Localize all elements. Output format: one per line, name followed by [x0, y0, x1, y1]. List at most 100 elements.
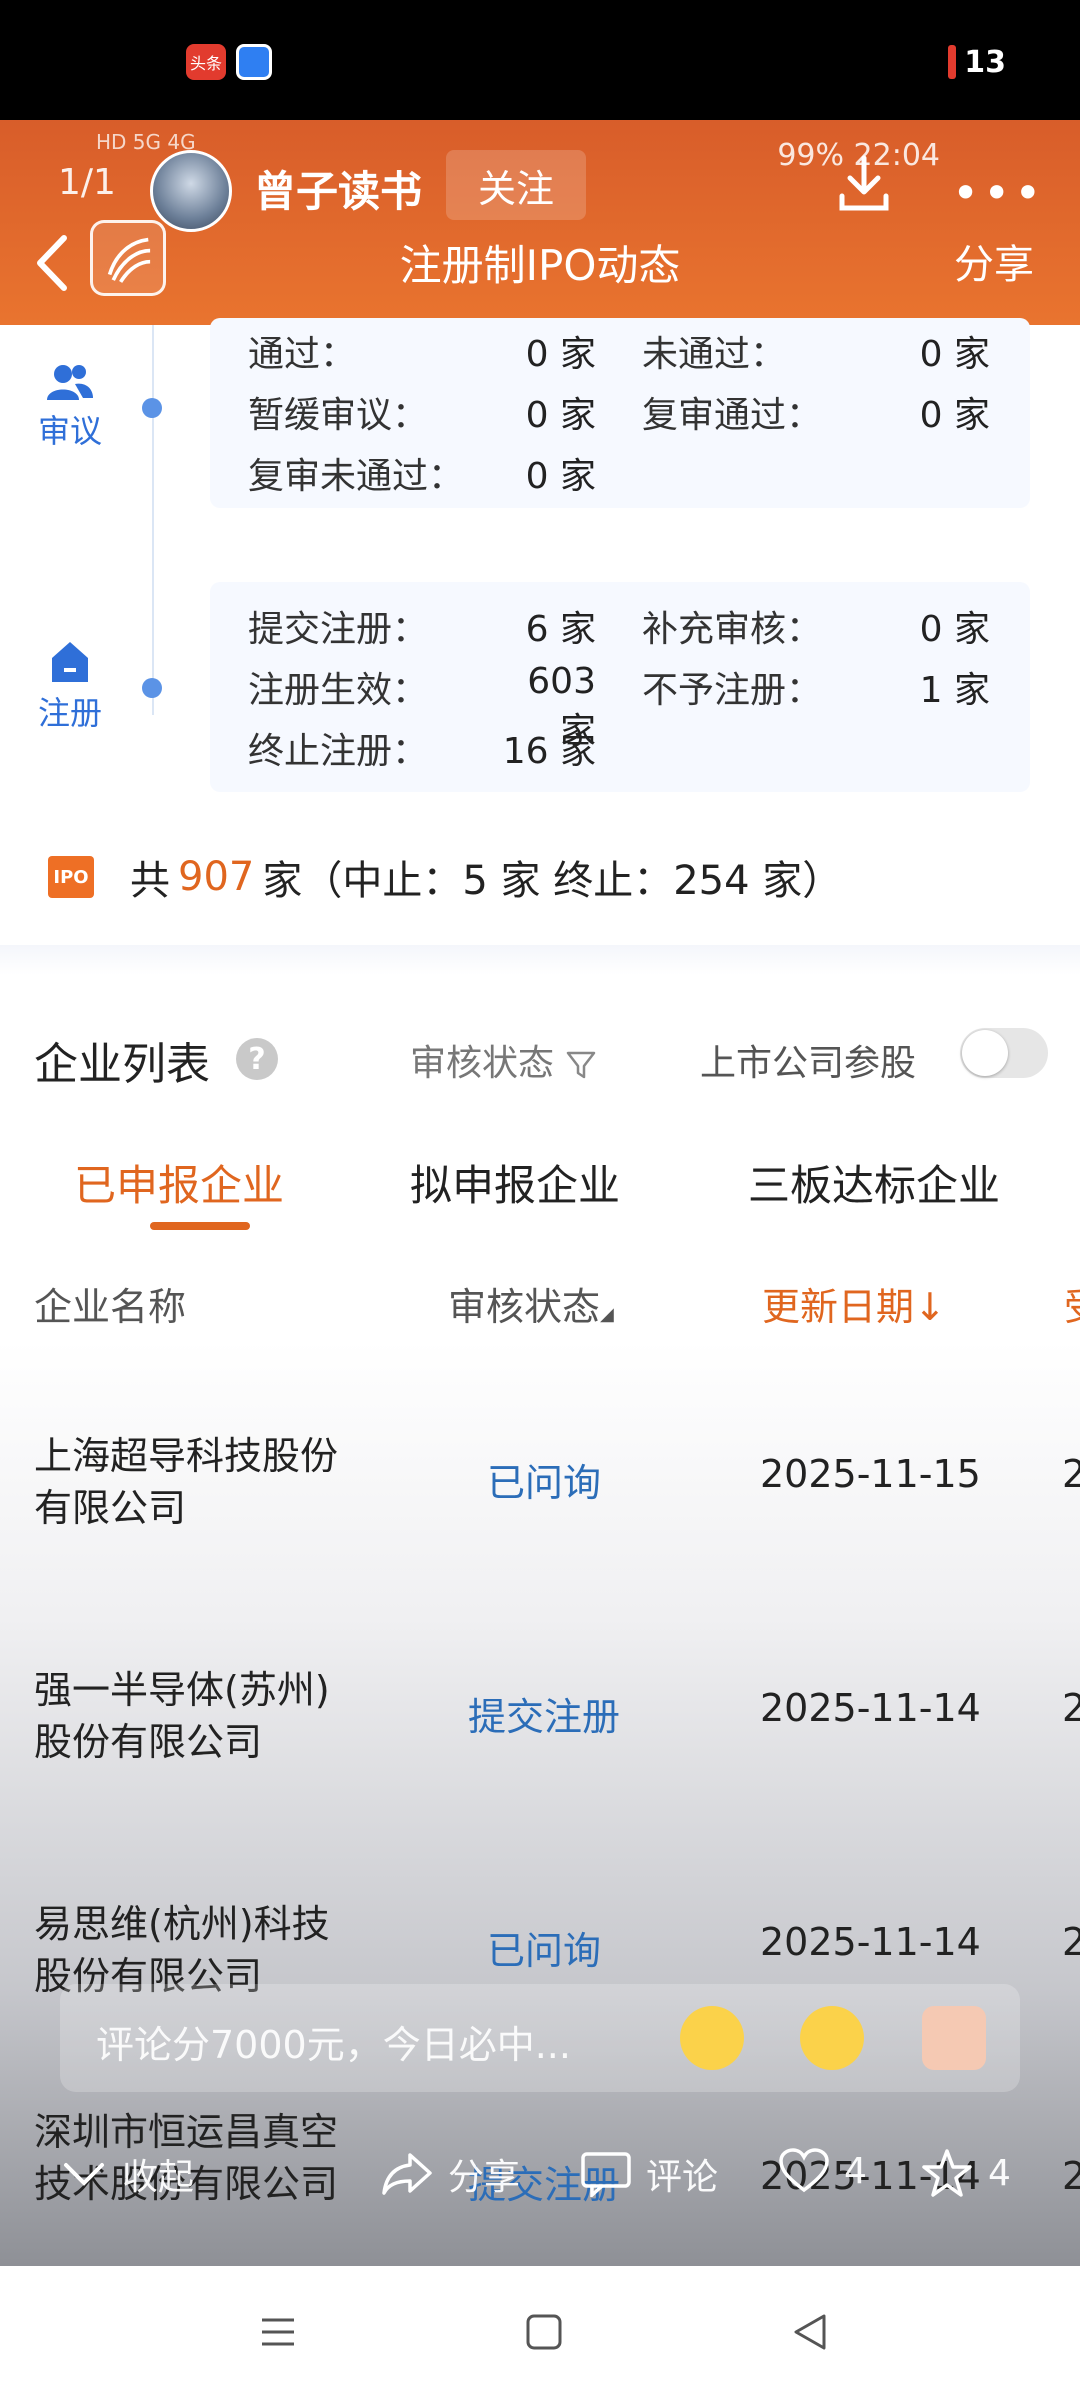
company-name-cell[interactable]: 上海超导科技股份有限公司 — [34, 1430, 354, 1534]
system-nav-bar — [0, 2266, 1080, 2400]
toutiao-app-icon: 头条 — [186, 44, 226, 80]
listed-company-toggle[interactable] — [960, 1028, 1048, 1078]
users-icon — [47, 365, 93, 400]
listed-company-label: 上市公司参股 — [700, 1043, 917, 1084]
author-avatar[interactable] — [150, 150, 232, 232]
column-truncated: 受 — [1064, 1276, 1080, 1331]
stat-value: 0 家 — [919, 395, 990, 436]
comment-action[interactable]: 评论 — [580, 2148, 718, 2200]
menu-icon[interactable] — [258, 2312, 298, 2352]
company-date-cell: 2025-11-14 — [760, 1920, 981, 1964]
more-icon[interactable]: ••• — [952, 166, 1045, 220]
stage-registration-label: 注册 — [37, 694, 102, 732]
app-header: HD 5G 4G 99% 22:04 1/1 曾子读书 关注 ••• 注册制IP… — [0, 120, 1080, 325]
company-date-cell: 2025-11-15 — [760, 1452, 981, 1496]
tab-filed[interactable]: 已申报企业 — [74, 1152, 284, 1213]
comment-input[interactable]: 评论分7000元，今日必中... — [60, 1984, 1020, 2092]
stat-label: 暂缓审议： — [248, 395, 429, 436]
like-count: 4 — [844, 2150, 867, 2192]
company-status-cell: 已问询 — [486, 1929, 601, 1973]
stat-label: 提交注册： — [248, 609, 429, 650]
section-divider — [0, 945, 1080, 975]
truncated-cell: 2 — [1062, 1452, 1080, 1496]
sort-triangle-icon: ◢ — [600, 1304, 614, 1325]
total-suffix: 家（中止：5 家 终止：254 家） — [262, 858, 843, 904]
truncated-cell: 2 — [1062, 1920, 1080, 1964]
stage-review: 审议 — [30, 362, 110, 452]
stat-label: 复审未通过： — [248, 456, 465, 497]
stat-value: 16 家 — [502, 731, 596, 772]
stat-value: 0 家 — [525, 334, 596, 375]
comment-action-label: 评论 — [646, 2157, 719, 2198]
heart-icon — [779, 2148, 829, 2193]
tab-planned[interactable]: 拟申报企业 — [410, 1152, 620, 1213]
company-list-title: 企业列表 — [34, 1039, 210, 1090]
notification-badge: 13 — [948, 44, 1006, 80]
company-status-cell: 提交注册 — [467, 1695, 620, 1739]
stat-value: 0 家 — [919, 609, 990, 650]
total-prefix: 共 — [130, 858, 170, 904]
column-update-date[interactable]: 更新日期↓ — [762, 1276, 946, 1331]
star-icon — [922, 2149, 972, 2197]
tab-neeq-qualified[interactable]: 三板达标企业 — [748, 1152, 1000, 1213]
stat-label: 复审通过： — [642, 395, 823, 436]
active-tab-indicator — [150, 1222, 250, 1230]
help-icon[interactable]: ? — [236, 1038, 278, 1080]
home-icon — [52, 642, 88, 682]
comment-icon — [581, 2152, 631, 2197]
stage-review-label: 审议 — [37, 412, 102, 450]
page-title: 注册制IPO动态 — [399, 241, 681, 290]
stat-label: 终止注册： — [248, 731, 429, 772]
company-date-cell: 2025-11-14 — [760, 1686, 981, 1730]
column-review-status-label: 审核状态 — [448, 1285, 601, 1329]
favorite-action[interactable]: 4 — [920, 2148, 1011, 2198]
back-triangle-icon[interactable] — [790, 2312, 830, 2352]
company-name-cell[interactable]: 强一半导体(苏州)股份有限公司 — [34, 1664, 354, 1768]
collapse-button[interactable]: 收起 — [60, 2148, 194, 2200]
finger-heart-emoji-icon[interactable] — [922, 2006, 986, 2070]
system-status-bar: 头条 13 — [0, 0, 1080, 120]
share-action[interactable]: 分享 — [380, 2148, 520, 2200]
collapse-label: 收起 — [122, 2157, 195, 2198]
timeline-dot — [142, 398, 162, 418]
like-action[interactable]: 4 — [778, 2148, 867, 2194]
sort-down-icon: ↓ — [914, 1285, 946, 1329]
ipo-total-summary: IPO 共 907 家（中止：5 家 终止：254 家） — [48, 848, 842, 906]
stat-label: 通过： — [248, 334, 357, 375]
total-count: 907 — [178, 854, 255, 900]
stage-registration: 注册 — [30, 640, 110, 734]
filter-icon — [567, 1051, 596, 1079]
column-company-name: 企业名称 — [34, 1285, 187, 1329]
home-square-icon[interactable] — [524, 2312, 564, 2352]
stat-value: 0 家 — [525, 456, 596, 497]
filter-label: 审核状态 — [410, 1043, 555, 1084]
laugh-emoji-icon[interactable] — [800, 2006, 864, 2070]
review-status-filter[interactable]: 审核状态 — [410, 1034, 597, 1086]
stat-label: 未通过： — [642, 334, 787, 375]
stat-label: 补充审核： — [642, 609, 823, 650]
stat-label: 不予注册： — [642, 670, 823, 711]
download-icon[interactable] — [836, 154, 892, 214]
toggle-knob — [962, 1030, 1008, 1076]
stat-value: 0 家 — [525, 395, 596, 436]
favorite-count: 4 — [988, 2152, 1011, 2194]
follow-button[interactable]: 关注 — [446, 150, 586, 220]
share-icon — [382, 2153, 432, 2195]
app-icon — [236, 44, 272, 80]
ipo-icon: IPO — [48, 856, 94, 898]
share-action-label: 分享 — [448, 2157, 521, 2198]
stat-value: 1 家 — [919, 670, 990, 711]
comment-placeholder: 评论分7000元，今日必中... — [96, 2023, 571, 2067]
grin-emoji-icon[interactable] — [680, 2006, 744, 2070]
stat-label: 注册生效： — [248, 670, 429, 711]
truncated-cell: 2 — [1062, 1686, 1080, 1730]
stat-value: 0 家 — [919, 334, 990, 375]
chevron-down-icon — [64, 2163, 104, 2186]
column-update-date-label: 更新日期 — [762, 1285, 915, 1329]
share-button[interactable]: 分享 — [954, 232, 1034, 290]
stat-value: 6 家 — [525, 609, 596, 650]
author-name[interactable]: 曾子读书 — [254, 158, 422, 219]
column-review-status[interactable]: 审核状态◢ — [448, 1276, 614, 1331]
timeline-dot — [142, 678, 162, 698]
company-status-cell: 已问询 — [486, 1461, 601, 1505]
